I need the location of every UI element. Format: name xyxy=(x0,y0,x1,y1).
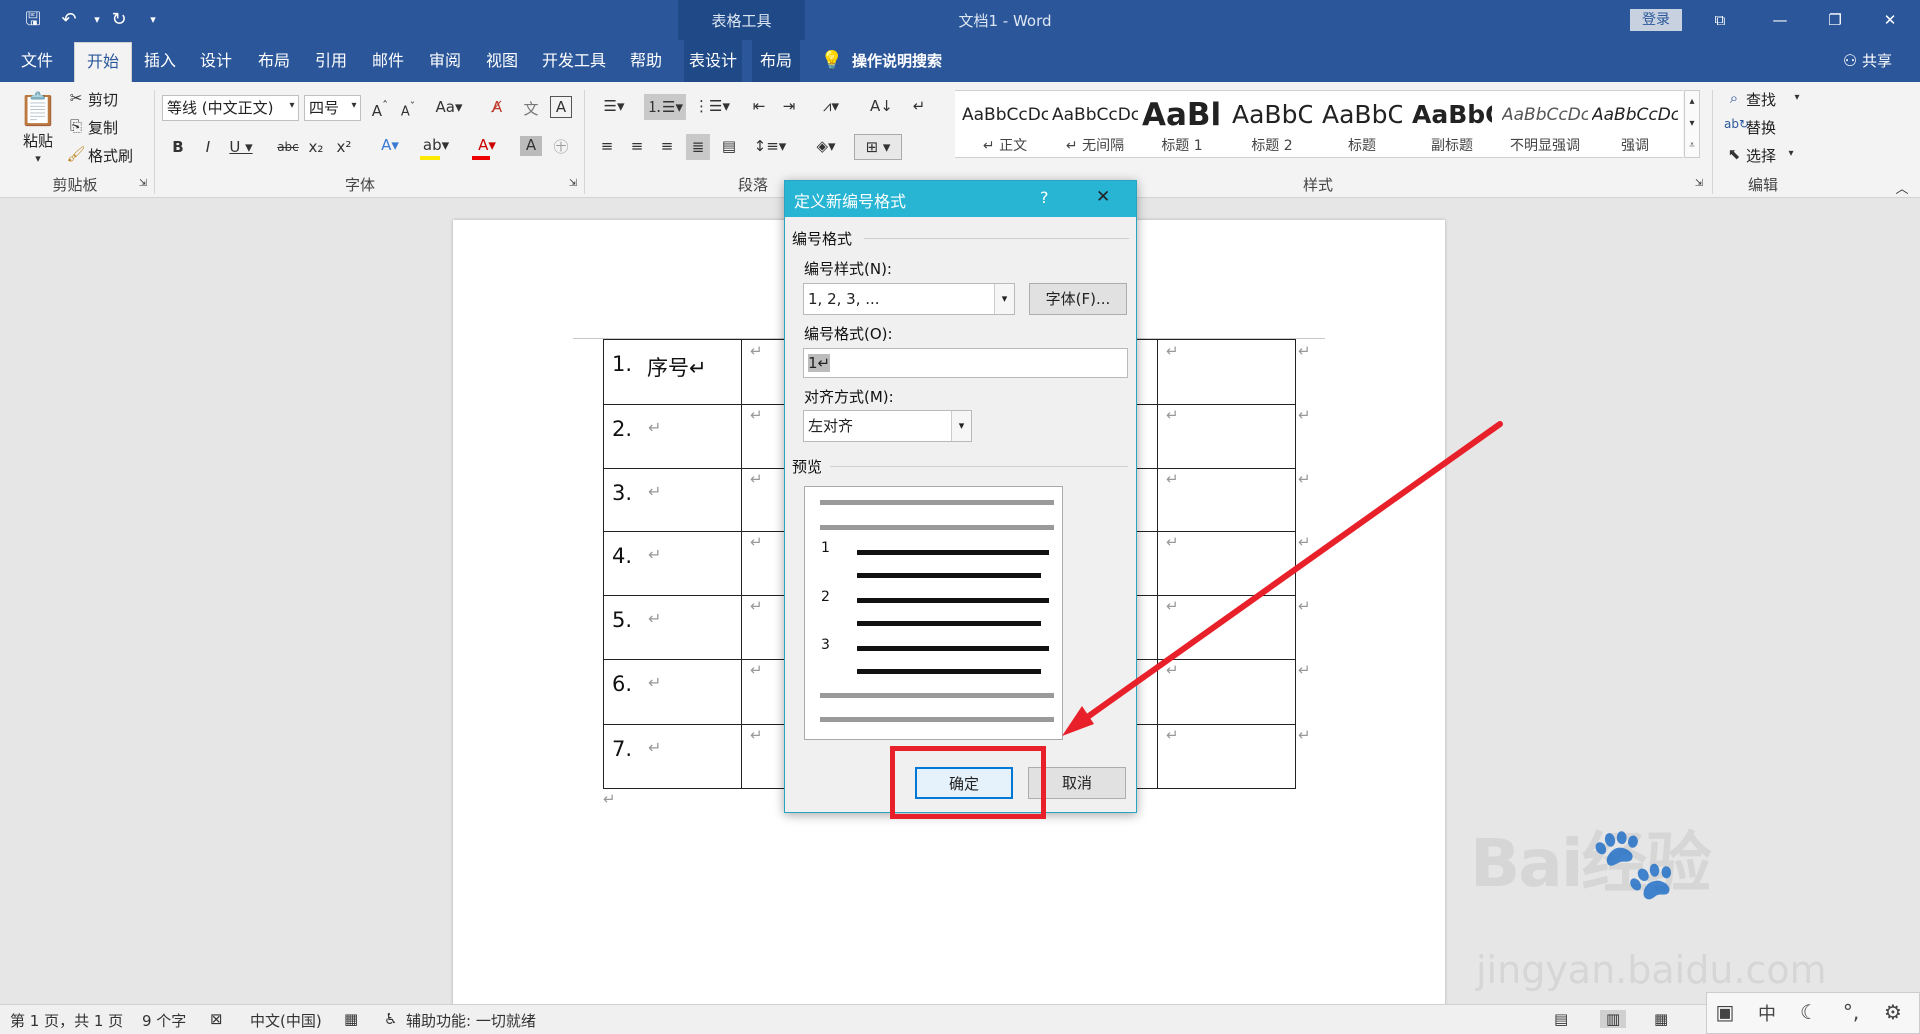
moon-icon[interactable]: ☾ xyxy=(1792,1000,1826,1024)
ime-mode[interactable]: 中 xyxy=(1750,1000,1784,1026)
read-mode-icon[interactable]: ▤ xyxy=(1554,1010,1568,1028)
punctuation-icon[interactable]: °, xyxy=(1834,1000,1868,1024)
settings-gear-icon[interactable]: ⚙ xyxy=(1876,1000,1910,1024)
macro-icon[interactable]: ▦ xyxy=(344,1010,358,1028)
print-layout-icon[interactable]: ▥ xyxy=(1600,1010,1627,1028)
status-page[interactable]: 第 1 页，共 1 页 xyxy=(10,1010,123,1031)
status-language[interactable]: 中文(中国) xyxy=(250,1010,322,1031)
web-layout-icon[interactable]: ▦ xyxy=(1654,1010,1668,1028)
ime-logo-icon[interactable]: ▣ xyxy=(1708,1000,1742,1024)
arrow-annotation xyxy=(1062,421,1503,736)
status-words[interactable]: 9 个字 xyxy=(142,1010,186,1031)
proofing-icon[interactable]: ⊠ xyxy=(210,1010,223,1028)
status-accessibility[interactable]: 辅助功能: 一切就绪 xyxy=(406,1010,536,1031)
accessibility-icon: ♿ xyxy=(384,1010,398,1028)
